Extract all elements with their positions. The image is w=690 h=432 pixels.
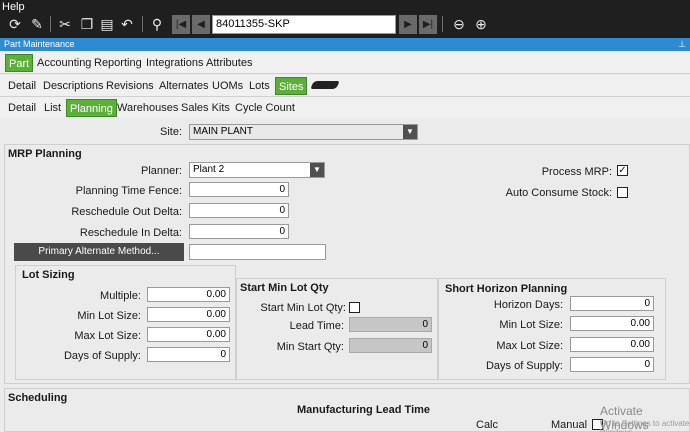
window-title: Part Maintenance	[4, 39, 75, 49]
tab-warehouses[interactable]: Warehouses	[114, 99, 181, 117]
tab-sales-kits[interactable]: Sales Kits	[178, 99, 233, 117]
redacted-tab	[310, 81, 340, 89]
tab-accounting[interactable]: Accounting	[34, 54, 94, 72]
horizon-days-input[interactable]: 0	[570, 296, 654, 311]
reschedule-out-delta-input[interactable]: 0	[189, 203, 289, 218]
toolbar-separator	[142, 16, 143, 32]
site-value: MAIN PLANT	[193, 126, 254, 137]
toolbar-separator	[442, 16, 443, 32]
refresh-icon[interactable]: ⟳	[6, 15, 24, 33]
tab-detail[interactable]: Detail	[5, 77, 39, 95]
max-lot-size-label: Max Lot Size:	[74, 330, 141, 342]
auto-consume-stock-checkbox[interactable]	[617, 187, 628, 198]
lead-time-input: 0	[349, 317, 432, 332]
undo-icon[interactable]: ↶	[118, 15, 136, 33]
short-horizon-planning-header: Short Horizon Planning	[445, 283, 568, 295]
paste-icon[interactable]: ▤	[98, 15, 116, 33]
manual-label: Manual	[551, 419, 588, 431]
manufacturing-lead-time-header: Manufacturing Lead Time	[297, 404, 431, 416]
planning-time-fence-label: Planning Time Fence:	[75, 185, 182, 197]
first-record-icon[interactable]: |◀	[172, 15, 190, 34]
multiple-input[interactable]: 0.00	[147, 287, 230, 302]
site-select[interactable]: MAIN PLANT ▼	[189, 124, 418, 140]
previous-record-icon[interactable]: ◀	[192, 15, 210, 34]
cut-icon[interactable]: ✂	[56, 15, 74, 33]
planner-label: Planner:	[141, 165, 182, 177]
short-days-of-supply-label: Days of Supply:	[485, 360, 563, 372]
copy-icon[interactable]: ❐	[78, 15, 96, 33]
reschedule-in-delta-input[interactable]: 0	[189, 224, 289, 239]
short-days-of-supply-input[interactable]: 0	[570, 357, 654, 372]
scheduling-header: Scheduling	[8, 392, 68, 404]
tab-list[interactable]: List	[41, 99, 64, 117]
tab-cycle-count[interactable]: Cycle Count	[232, 99, 298, 117]
tab-site-detail[interactable]: Detail	[5, 99, 39, 117]
planning-time-fence-input[interactable]: 0	[189, 182, 289, 197]
max-lot-size-input[interactable]: 0.00	[147, 327, 230, 342]
min-start-qty-label: Min Start Qty:	[276, 341, 344, 353]
tab-uoms[interactable]: UOMs	[209, 77, 246, 95]
process-mrp-checkbox[interactable]: ✓	[617, 165, 628, 176]
forward-icon[interactable]: ⊕	[472, 15, 490, 33]
reschedule-out-delta-label: Reschedule Out Delta:	[71, 206, 182, 218]
toolbar-separator	[50, 16, 51, 32]
binoculars-icon[interactable]: ⚲	[148, 15, 166, 33]
process-mrp-label: Process MRP:	[541, 166, 612, 178]
horizon-days-label: Horizon Days:	[493, 299, 563, 311]
tab-planning[interactable]: Planning	[66, 99, 117, 117]
tab-attributes[interactable]: Attributes	[203, 54, 255, 72]
start-min-lot-qty-header: Start Min Lot Qty	[240, 282, 329, 294]
short-min-lot-size-label: Min Lot Size:	[499, 319, 563, 331]
tab-row-part: Detail Descriptions Revisions Alternates…	[0, 75, 690, 97]
part-number-field[interactable]: 84011355-SKP	[212, 15, 396, 34]
min-lot-size-input[interactable]: 0.00	[147, 307, 230, 322]
reschedule-in-delta-label: Reschedule In Delta:	[79, 227, 182, 239]
tab-row-sites: Detail List Planning Warehouses Sales Ki…	[0, 97, 690, 119]
primary-alternate-method-input[interactable]	[189, 244, 326, 260]
mrp-planning-header: MRP Planning	[8, 148, 82, 160]
tab-lots[interactable]: Lots	[246, 77, 273, 95]
main-toolbar: Help ⟳ ✎ ✂ ❐ ▤ ↶ ⚲ |◀ ◀ 84011355-SKP ▶ ▶…	[0, 0, 690, 38]
chevron-down-icon[interactable]: ▼	[310, 163, 324, 177]
days-of-supply-label: Days of Supply:	[63, 350, 141, 362]
planner-value: Plant 2	[193, 164, 225, 175]
menu-help[interactable]: Help	[2, 1, 25, 13]
short-min-lot-size-input[interactable]: 0.00	[570, 316, 654, 331]
multiple-label: Multiple:	[100, 290, 141, 302]
tab-integrations[interactable]: Integrations	[143, 54, 206, 72]
clear-icon[interactable]: ✎	[28, 15, 46, 33]
tab-revisions[interactable]: Revisions	[103, 77, 157, 95]
min-start-qty-input: 0	[349, 338, 432, 353]
activate-windows-subtitle: Go to Settings to activate Windows.	[600, 419, 690, 432]
planner-select[interactable]: Plant 2 ▼	[189, 162, 325, 178]
days-of-supply-input[interactable]: 0	[147, 347, 230, 362]
start-min-lot-qty-label: Start Min Lot Qty:	[260, 302, 346, 314]
next-record-icon[interactable]: ▶	[399, 15, 417, 34]
last-record-icon[interactable]: ▶|	[419, 15, 437, 34]
calc-label: Calc	[476, 419, 499, 431]
tab-sites[interactable]: Sites	[275, 77, 308, 95]
primary-alternate-method-button[interactable]: Primary Alternate Method...	[14, 243, 184, 261]
start-min-lot-qty-checkbox[interactable]	[349, 302, 360, 313]
tab-alternates[interactable]: Alternates	[156, 77, 212, 95]
back-icon[interactable]: ⊖	[450, 15, 468, 33]
min-lot-size-label: Min Lot Size:	[77, 310, 141, 322]
tab-row-main: Part Accounting Reporting Integrations A…	[0, 52, 690, 74]
short-max-lot-size-input[interactable]: 0.00	[570, 337, 654, 352]
lead-time-label: Lead Time:	[289, 320, 344, 332]
window-title-bar: Part Maintenance ⊥	[0, 38, 690, 51]
site-label: Site:	[159, 126, 182, 138]
chevron-down-icon[interactable]: ▼	[403, 125, 417, 139]
tab-descriptions[interactable]: Descriptions	[40, 77, 107, 95]
lot-sizing-header: Lot Sizing	[22, 269, 75, 281]
pin-icon[interactable]: ⊥	[678, 38, 686, 51]
auto-consume-stock-label: Auto Consume Stock:	[505, 187, 612, 199]
short-max-lot-size-label: Max Lot Size:	[496, 340, 563, 352]
tab-part[interactable]: Part	[5, 54, 34, 72]
tab-reporting[interactable]: Reporting	[91, 54, 145, 72]
lot-sizing-panel	[15, 265, 236, 380]
